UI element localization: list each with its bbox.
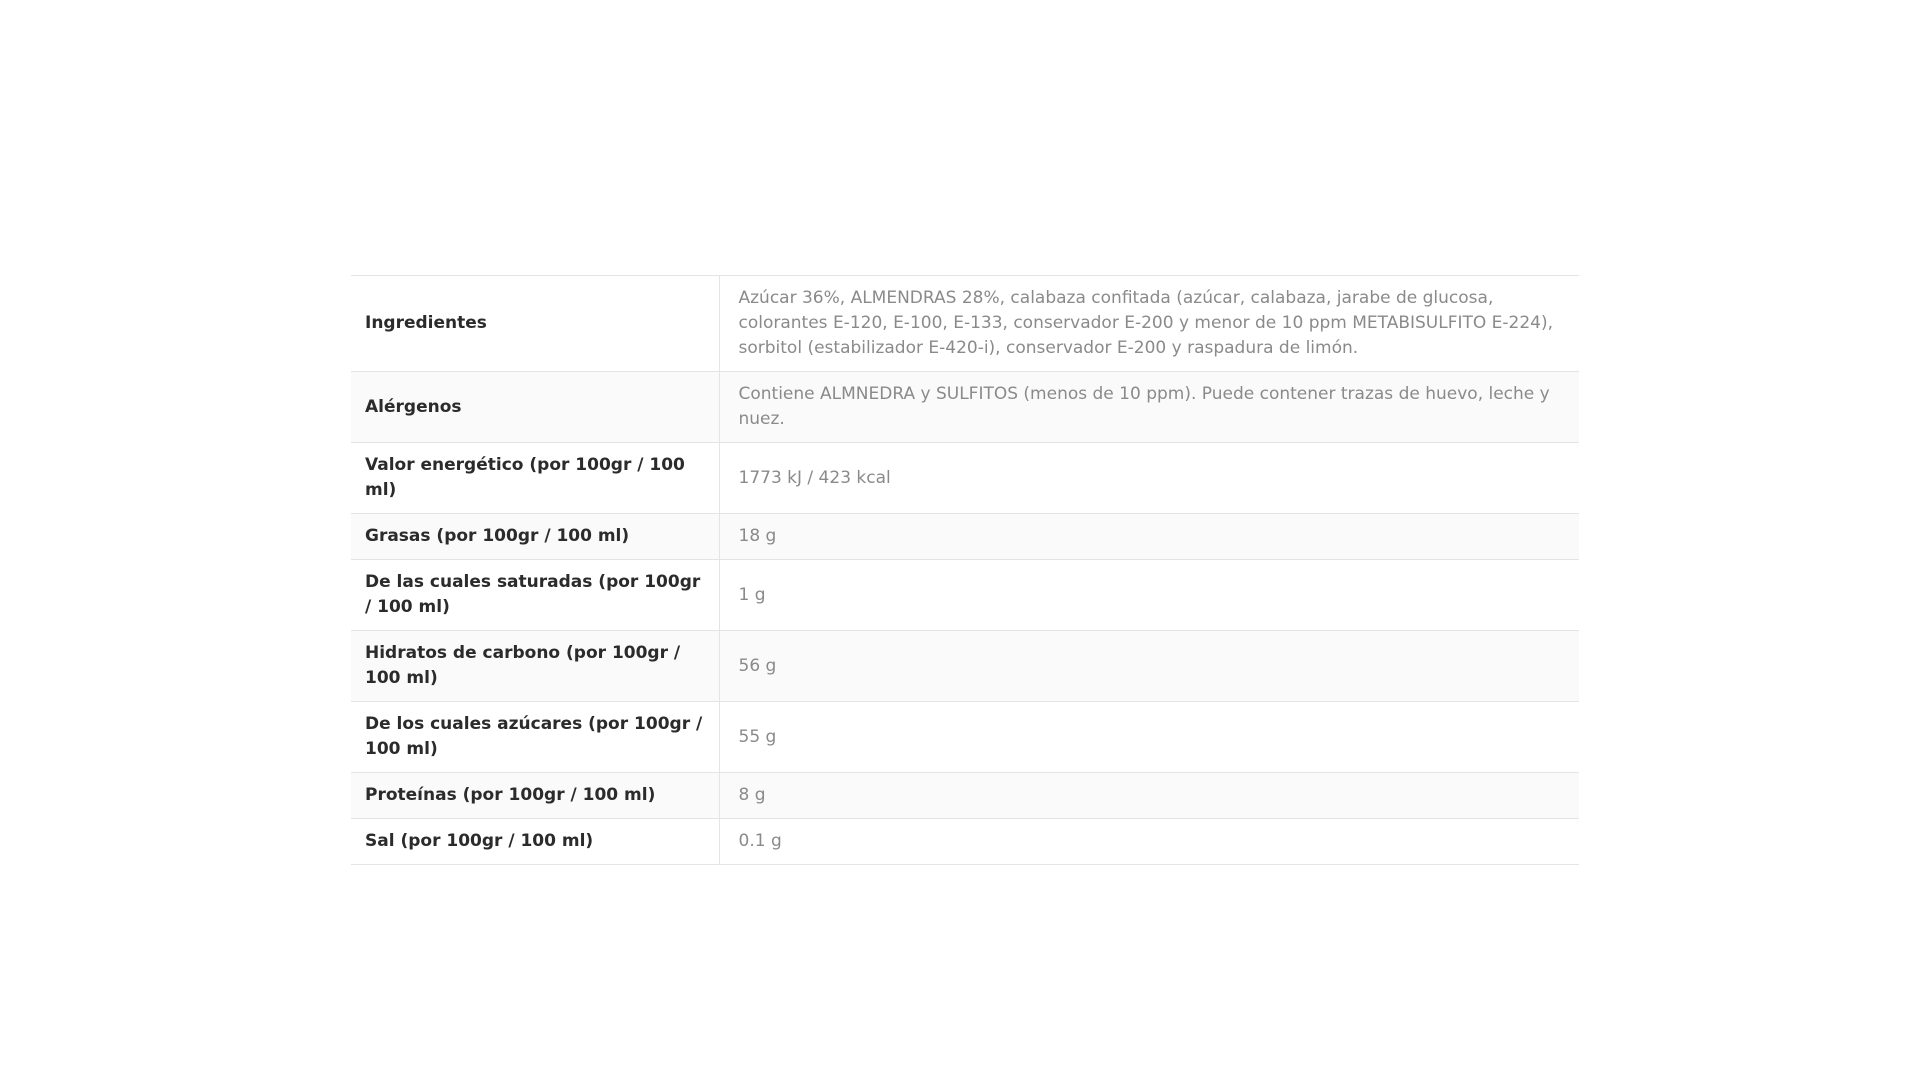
product-attributes-table: Ingredientes Azúcar 36%, ALMENDRAS 28%, … <box>351 275 1579 865</box>
row-value-allergens: Contiene ALMNEDRA y SULFITOS (menos de 1… <box>738 384 1550 429</box>
table-row-carbohydrates: Hidratos de carbono (por 100gr / 100 ml)… <box>351 630 1579 702</box>
table-row-sugars: De los cuales azúcares (por 100gr / 100 … <box>351 701 1579 773</box>
row-value-salt: 0.1 g <box>738 831 782 851</box>
table-row-ingredients: Ingredientes Azúcar 36%, ALMENDRAS 28%, … <box>351 275 1579 372</box>
row-value-energy: 1773 kJ / 423 kcal <box>738 467 891 488</box>
row-value-protein: 8 g <box>738 785 766 805</box>
row-label-fat: Grasas (por 100gr / 100 ml) <box>351 513 720 560</box>
row-value-saturated-fat: 1 g <box>738 584 766 605</box>
row-label-saturated-fat: De las cuales saturadas (por 100gr / 100… <box>351 559 720 631</box>
row-label-ingredients: Ingredientes <box>351 275 720 372</box>
row-value-carbohydrates: 56 g <box>738 655 777 676</box>
row-value-fat: 18 g <box>738 526 777 546</box>
row-label-salt: Sal (por 100gr / 100 ml) <box>351 818 720 865</box>
table-row-fat: Grasas (por 100gr / 100 ml) 18 g <box>351 513 1579 560</box>
row-label-allergens: Alérgenos <box>351 371 720 443</box>
row-value-ingredients: Azúcar 36%, ALMENDRAS 28%, calabaza conf… <box>738 288 1554 358</box>
row-label-carbohydrates: Hidratos de carbono (por 100gr / 100 ml) <box>351 630 720 702</box>
row-label-sugars: De los cuales azúcares (por 100gr / 100 … <box>351 701 720 773</box>
table-row-energy: Valor energético (por 100gr / 100 ml) 17… <box>351 442 1579 514</box>
table-row-allergens: Alérgenos Contiene ALMNEDRA y SULFITOS (… <box>351 371 1579 443</box>
table-row-protein: Proteínas (por 100gr / 100 ml) 8 g <box>351 772 1579 819</box>
row-value-sugars: 55 g <box>738 726 777 747</box>
row-label-protein: Proteínas (por 100gr / 100 ml) <box>351 772 720 819</box>
row-label-energy: Valor energético (por 100gr / 100 ml) <box>351 442 720 514</box>
table-row-saturated-fat: De las cuales saturadas (por 100gr / 100… <box>351 559 1579 631</box>
table-row-salt: Sal (por 100gr / 100 ml) 0.1 g <box>351 818 1579 865</box>
